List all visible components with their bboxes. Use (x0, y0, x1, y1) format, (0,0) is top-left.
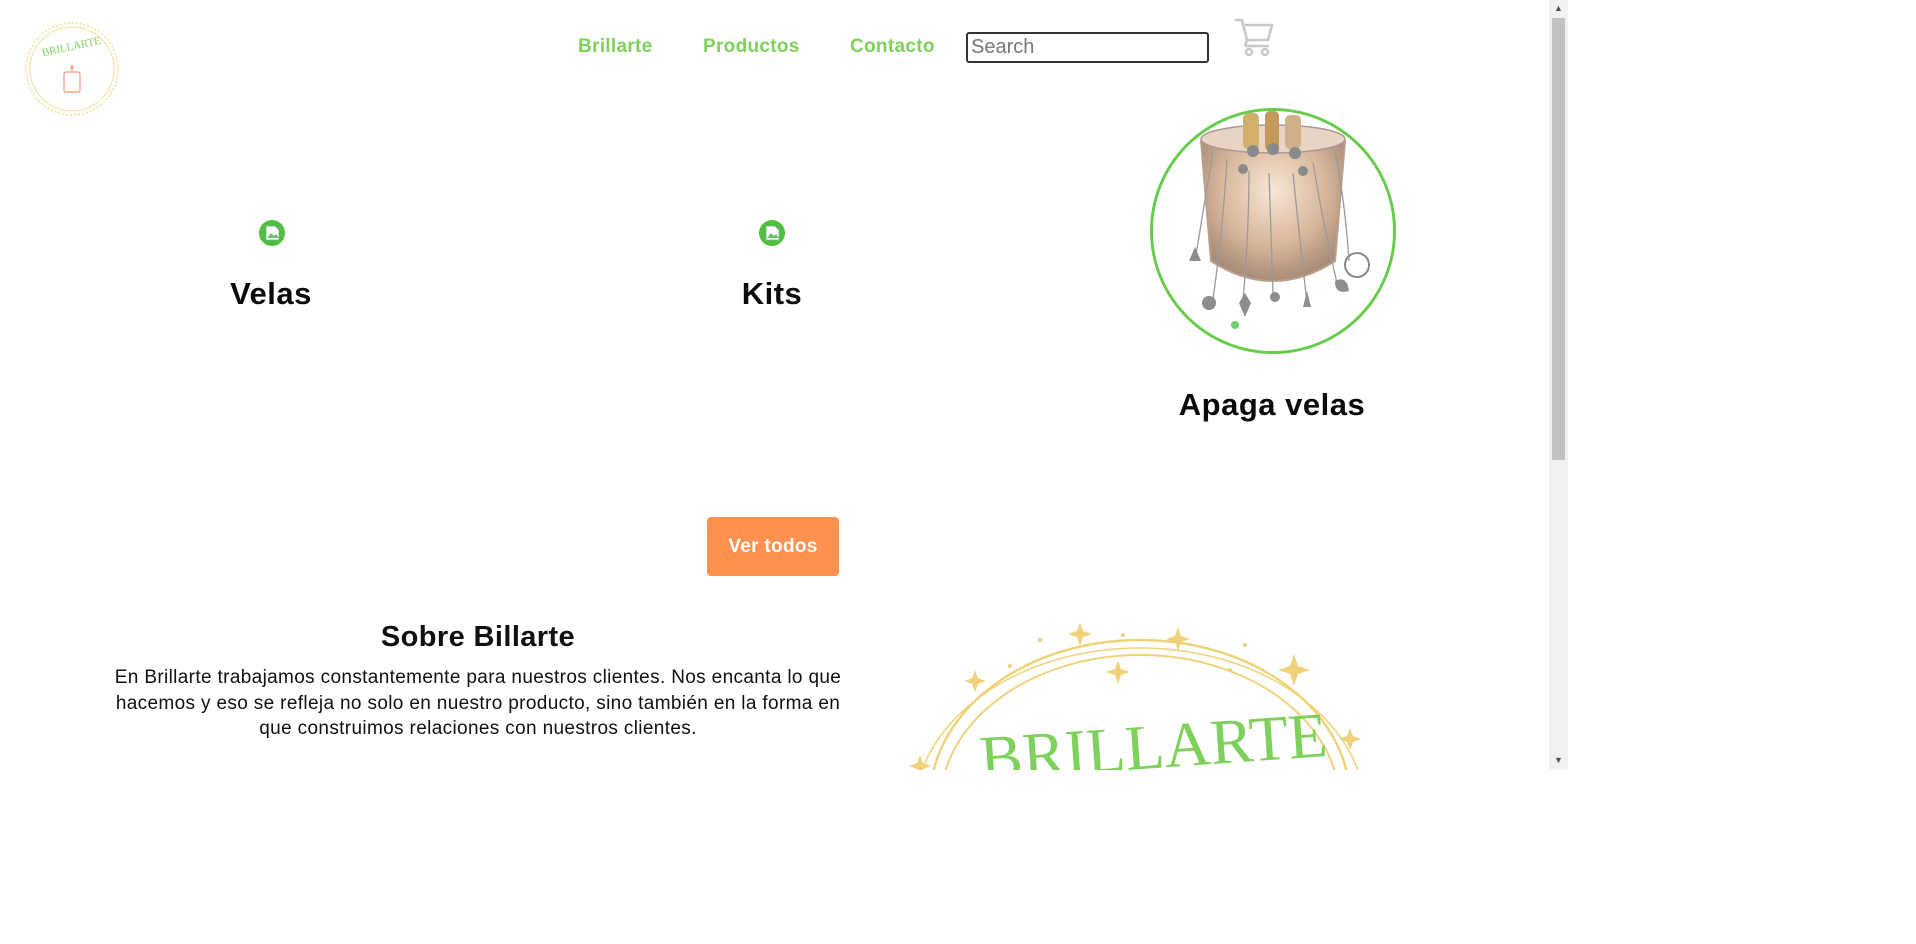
nav-link-productos[interactable]: Productos (703, 36, 800, 58)
candle-holder-illustration (1153, 111, 1393, 351)
page-scrollbar[interactable]: ▲ ▼ (1549, 0, 1568, 769)
scroll-up-icon[interactable]: ▲ (1549, 0, 1568, 17)
nav-link-contacto[interactable]: Contacto (850, 36, 935, 58)
logo-text: BRILLARTE (41, 35, 102, 59)
broken-image-icon (259, 220, 285, 246)
about-title: Sobre Billarte (380, 621, 576, 653)
category-title-velas[interactable]: Velas (230, 276, 312, 312)
brillarte-logo[interactable]: BRILLARTE (22, 20, 122, 118)
scrollbar-thumb[interactable] (1552, 18, 1565, 460)
category-title-kits[interactable]: Kits (742, 276, 803, 312)
search-input[interactable] (966, 32, 1209, 63)
ver-todos-button[interactable]: Ver todos (707, 517, 839, 576)
broken-image-icon (759, 220, 785, 246)
category-title-apaga-velas[interactable]: Apaga velas (1179, 387, 1365, 423)
nav-link-brillarte[interactable]: Brillarte (578, 36, 653, 58)
cart-icon[interactable] (1232, 14, 1276, 58)
apaga-velas-image[interactable] (1150, 108, 1396, 354)
large-logo-text: BRILLARTE (977, 699, 1329, 770)
brillarte-large-logo: BRILLARTE (909, 622, 1361, 770)
about-text: En Brillarte trabajamos constantemente p… (114, 667, 842, 739)
scroll-down-icon[interactable]: ▼ (1549, 752, 1568, 769)
